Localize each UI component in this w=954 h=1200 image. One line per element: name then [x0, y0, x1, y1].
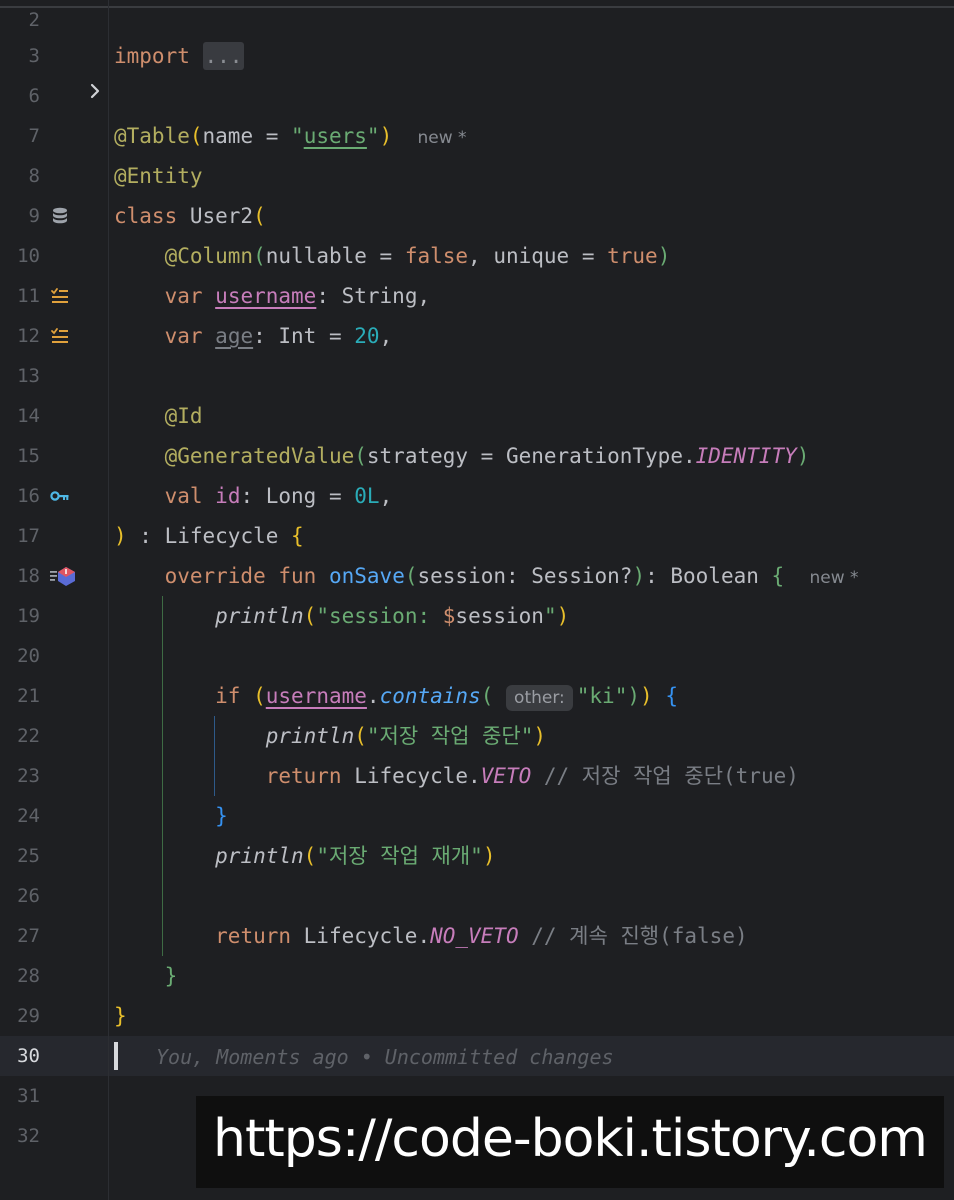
code-text[interactable]: println("session: $session")	[114, 596, 569, 636]
code-text[interactable]: println("저장 작업 재개")	[114, 836, 495, 876]
code-text[interactable]: return Lifecycle.NO_VETO // 계속 진행(false)	[114, 916, 747, 956]
code-line: 6	[0, 76, 954, 116]
line-number[interactable]: 2	[0, 0, 40, 40]
code-line: 14 @Id	[0, 396, 954, 436]
column-icon[interactable]	[50, 286, 70, 306]
code-text[interactable]: override fun onSave(session: Session?): …	[114, 556, 859, 598]
code-line: 13	[0, 356, 954, 396]
code-text[interactable]: println("저장 작업 중단")	[114, 716, 546, 756]
code-line: 23 return Lifecycle.VETO // 저장 작업 중단(tru…	[0, 756, 954, 796]
code-text[interactable]: @GeneratedValue(strategy = GenerationTyp…	[114, 436, 810, 476]
new-hint[interactable]: new *	[809, 568, 858, 588]
line-number[interactable]: 12	[0, 316, 40, 356]
code-line: 10 @Column(nullable = false, unique = tr…	[0, 236, 954, 276]
code-line: 7 @Table(name = "users") new *	[0, 116, 954, 156]
code-line: 15 @GeneratedValue(strategy = Generation…	[0, 436, 954, 476]
line-number[interactable]: 13	[0, 356, 40, 396]
line-number[interactable]: 24	[0, 796, 40, 836]
override-icon[interactable]	[50, 566, 78, 586]
line-number[interactable]: 6	[0, 76, 40, 116]
line-number[interactable]: 8	[0, 156, 40, 196]
line-number[interactable]: 28	[0, 956, 40, 996]
code-line: 21 if (username.contains( other: "ki")) {	[0, 676, 954, 716]
git-blame-annotation[interactable]: You, Moments ago • Uncommitted changes	[156, 1036, 614, 1078]
code-line: 11 var username: String,	[0, 276, 954, 316]
code-text[interactable]: if (username.contains( other: "ki")) {	[114, 676, 678, 718]
line-number[interactable]: 31	[0, 1076, 40, 1116]
line-number-current[interactable]: 30	[0, 1036, 40, 1076]
code-text[interactable]: val id: Long = 0L,	[114, 476, 393, 516]
code-line: 18 override fun onSave(session: Session?…	[0, 556, 954, 596]
code-line: 29 }	[0, 996, 954, 1036]
parameter-hint: other:	[506, 685, 573, 711]
folded-imports[interactable]: ...	[202, 42, 245, 70]
code-line: 24 }	[0, 796, 954, 836]
code-text[interactable]: var age: Int = 20,	[114, 316, 393, 356]
code-line: 17 ) : Lifecycle {	[0, 516, 954, 556]
code-text[interactable]: import ...	[114, 36, 245, 76]
code-text[interactable]: @Column(nullable = false, unique = true)	[114, 236, 671, 276]
code-text[interactable]: return Lifecycle.VETO // 저장 작업 중단(true)	[114, 756, 799, 796]
line-number[interactable]: 29	[0, 996, 40, 1036]
code-text[interactable]: }	[114, 996, 127, 1036]
code-line: 16 val id: Long = 0L,	[0, 476, 954, 516]
code-line: 3 import ...	[0, 36, 954, 99]
line-number[interactable]: 25	[0, 836, 40, 876]
code-line: 27 return Lifecycle.NO_VETO // 계속 진행(fal…	[0, 916, 954, 956]
line-number[interactable]: 7	[0, 116, 40, 156]
column-icon[interactable]	[50, 326, 70, 346]
line-number[interactable]: 14	[0, 396, 40, 436]
code-text[interactable]: }	[114, 956, 178, 996]
code-line: 22 println("저장 작업 중단")	[0, 716, 954, 756]
code-text[interactable]: var username: String,	[114, 276, 431, 316]
code-line: 25 println("저장 작업 재개")	[0, 836, 954, 876]
line-number[interactable]: 10	[0, 236, 40, 276]
line-number[interactable]: 15	[0, 436, 40, 476]
line-number[interactable]: 9	[0, 196, 40, 236]
line-number[interactable]: 23	[0, 756, 40, 796]
code-line: 19 println("session: $session")	[0, 596, 954, 636]
code-text[interactable]: }	[114, 796, 228, 836]
code-text[interactable]: @Entity	[114, 156, 203, 196]
code-line: 9 class User2(	[0, 196, 954, 236]
line-number[interactable]: 32	[0, 1116, 40, 1156]
key-icon[interactable]	[50, 486, 70, 506]
code-line: 8 @Entity	[0, 156, 954, 196]
text-caret	[114, 1042, 118, 1070]
database-icon[interactable]	[50, 206, 70, 226]
line-number[interactable]: 18	[0, 556, 40, 596]
line-number[interactable]: 11	[0, 276, 40, 316]
new-hint[interactable]: new *	[418, 128, 467, 148]
line-number[interactable]: 19	[0, 596, 40, 636]
line-number[interactable]: 3	[0, 36, 40, 76]
code-text[interactable]: @Id	[114, 396, 203, 436]
code-line: 26	[0, 876, 954, 916]
code-line: 20	[0, 636, 954, 676]
line-number[interactable]: 17	[0, 516, 40, 556]
code-text[interactable]: ) : Lifecycle {	[114, 516, 304, 556]
code-text[interactable]: class User2(	[114, 196, 266, 236]
line-number[interactable]: 22	[0, 716, 40, 756]
code-line: 2	[0, 0, 954, 40]
line-number[interactable]: 20	[0, 636, 40, 676]
code-line: 28 }	[0, 956, 954, 996]
code-text[interactable]: @Table(name = "users") new *	[114, 116, 467, 158]
line-number[interactable]: 21	[0, 676, 40, 716]
line-number[interactable]: 26	[0, 876, 40, 916]
line-number[interactable]: 27	[0, 916, 40, 956]
code-line: 12 var age: Int = 20,	[0, 316, 954, 356]
watermark-url: https://code-boki.tistory.com	[196, 1096, 944, 1188]
line-number[interactable]: 16	[0, 476, 40, 516]
